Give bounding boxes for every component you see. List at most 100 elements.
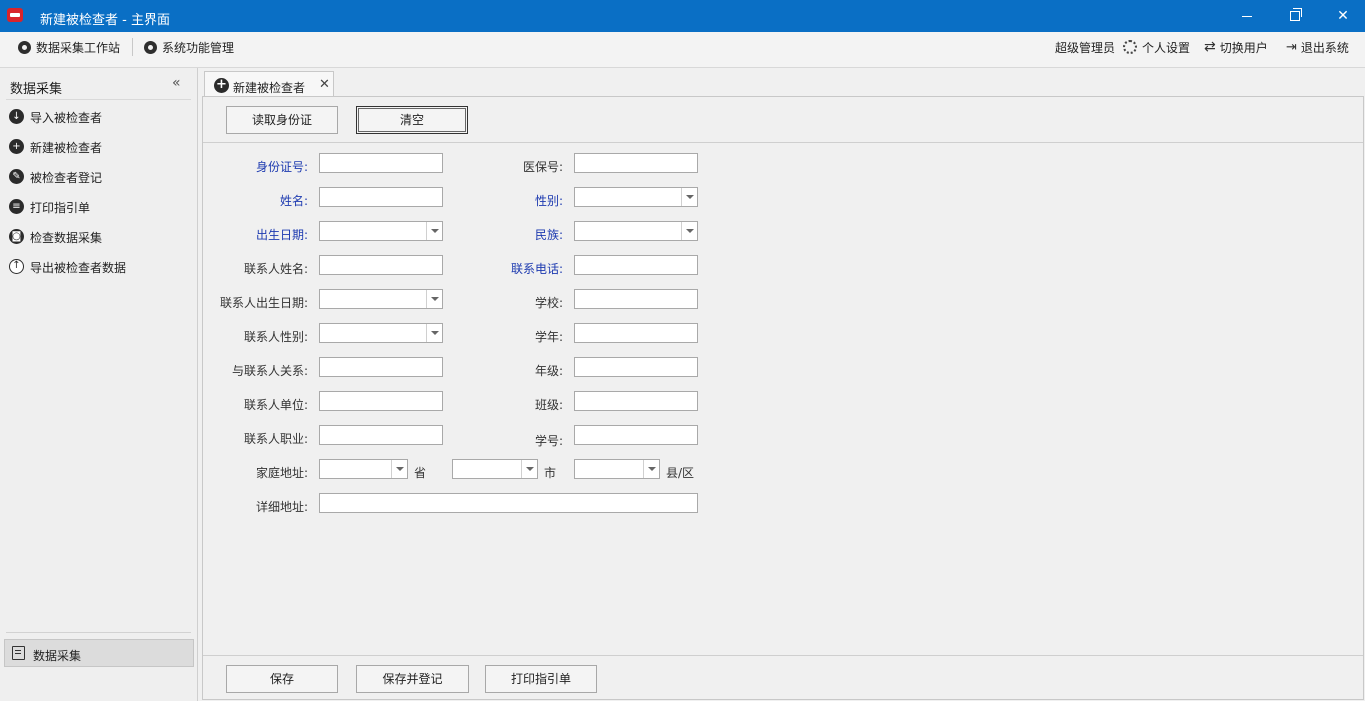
- sidebar-item-new[interactable]: + 新建被检查者: [0, 134, 197, 160]
- student-number-input[interactable]: [574, 425, 698, 445]
- close-window-button[interactable]: ✕: [1320, 0, 1365, 32]
- menu-bar: 数据采集工作站 系统功能管理 超级管理员 个人设置 ⇄ 切换用户 ⇥ 退出系统: [0, 32, 1365, 68]
- sidebar-item-label: 被检查者登记: [30, 171, 103, 185]
- restore-icon: [1290, 8, 1302, 21]
- add-icon: +: [214, 78, 229, 93]
- chevron-down-icon: [426, 324, 442, 342]
- contact-employer-input[interactable]: [319, 391, 443, 411]
- minimize-button[interactable]: [1224, 0, 1270, 32]
- id-number-input[interactable]: [319, 153, 443, 173]
- school-input[interactable]: [574, 289, 698, 309]
- sidebar-item-print[interactable]: ≡ 打印指引单: [0, 194, 197, 220]
- restore-button[interactable]: [1272, 0, 1318, 32]
- sidebar-item-label: 检查数据采集: [30, 231, 103, 245]
- contact-name-label: 联系人姓名:: [243, 262, 308, 276]
- contact-birth-date-label: 联系人出生日期:: [219, 296, 308, 310]
- tab-new-examinee[interactable]: + 新建被检查者 ✕: [204, 71, 334, 98]
- sidebar-item-import[interactable]: ↓ 导入被检查者: [0, 104, 197, 130]
- chevron-down-icon: [681, 222, 697, 240]
- menu-personal-settings-label: 个人设置: [1142, 40, 1191, 55]
- save-button[interactable]: 保存: [226, 665, 338, 693]
- print-guide-button[interactable]: 打印指引单: [485, 665, 597, 693]
- home-address-label: 家庭地址:: [255, 466, 308, 480]
- menu-switch-user-label: 切换用户: [1219, 40, 1268, 55]
- add-icon: +: [9, 139, 24, 154]
- print-icon: ≡: [9, 199, 24, 214]
- sidebar-header: 数据采集 «: [0, 68, 197, 100]
- close-tab-icon[interactable]: ✕: [319, 77, 330, 92]
- contact-phone-input[interactable]: [574, 255, 698, 275]
- sidebar: 数据采集 « ↓ 导入被检查者 + 新建被检查者 ✎ 被检查者登记 ≡ 打印指引…: [0, 68, 198, 701]
- detail-address-input[interactable]: [319, 493, 698, 513]
- sidebar-title: 数据采集: [10, 82, 63, 97]
- minimize-icon: [1242, 15, 1252, 17]
- contact-gender-select[interactable]: [319, 323, 443, 343]
- sidebar-item-register[interactable]: ✎ 被检查者登记: [0, 164, 197, 190]
- county-select[interactable]: [574, 459, 660, 479]
- menu-personal-settings[interactable]: 个人设置: [1123, 32, 1190, 62]
- relationship-label: 与联系人关系:: [231, 364, 308, 378]
- menu-divider: [132, 38, 133, 56]
- contact-birth-date-picker[interactable]: [319, 289, 443, 309]
- school-year-label: 学年:: [534, 330, 563, 344]
- insurance-number-label: 医保号:: [522, 160, 563, 174]
- city-unit: 市: [544, 466, 557, 480]
- main-content: 读取身份证 清空 身份证号: 医保号: 姓名: 性别: 出生日期: 民族: 联系…: [202, 96, 1364, 700]
- contact-phone-label: 联系电话:: [510, 262, 563, 276]
- city-select[interactable]: [452, 459, 538, 479]
- sidebar-item-export[interactable]: ↑ 导出被检查者数据: [0, 254, 197, 280]
- sidebar-item-label: 导出被检查者数据: [30, 261, 127, 275]
- chevron-down-icon: [521, 460, 537, 478]
- chevron-down-icon: [391, 460, 407, 478]
- gender-label: 性别:: [534, 194, 563, 208]
- school-year-input[interactable]: [574, 323, 698, 343]
- ethnicity-label: 民族:: [534, 228, 563, 242]
- edit-icon: ✎: [9, 169, 24, 184]
- class-label: 班级:: [534, 398, 563, 412]
- chevron-down-icon: [681, 188, 697, 206]
- name-label: 姓名:: [279, 194, 308, 208]
- contact-occupation-input[interactable]: [319, 425, 443, 445]
- chevron-down-icon: [643, 460, 659, 478]
- grade-input[interactable]: [574, 357, 698, 377]
- export-icon: ↑: [9, 259, 24, 274]
- menu-workstation-label: 数据采集工作站: [36, 40, 121, 55]
- chevron-down-icon: [426, 290, 442, 308]
- menu-system[interactable]: 系统功能管理: [144, 32, 234, 62]
- relationship-input[interactable]: [319, 357, 443, 377]
- save-and-register-button[interactable]: 保存并登记: [356, 665, 469, 693]
- window-title: 新建被检查者 - 主界面: [40, 13, 170, 28]
- county-unit: 县/区: [666, 466, 695, 480]
- title-bar: 新建被检查者 - 主界面 ✕: [0, 0, 1365, 32]
- contact-gender-label: 联系人性别:: [243, 330, 308, 344]
- contact-employer-label: 联系人单位:: [243, 398, 308, 412]
- sidebar-item-collect[interactable]: ◙ 检查数据采集: [0, 224, 197, 250]
- sidebar-item-label: 导入被检查者: [30, 111, 103, 125]
- read-id-card-button[interactable]: 读取身份证: [226, 106, 338, 134]
- menu-logout[interactable]: ⇥ 退出系统: [1286, 32, 1349, 62]
- gender-select[interactable]: [574, 187, 698, 207]
- collapse-icon[interactable]: «: [172, 75, 181, 91]
- class-input[interactable]: [574, 391, 698, 411]
- sidebar-group-data-collection[interactable]: 数据采集: [4, 639, 194, 667]
- name-input[interactable]: [319, 187, 443, 207]
- app-logo-icon: [7, 8, 23, 22]
- ethnicity-select[interactable]: [574, 221, 698, 241]
- sidebar-item-label: 打印指引单: [30, 201, 91, 215]
- birth-date-picker[interactable]: [319, 221, 443, 241]
- clear-button[interactable]: 清空: [356, 106, 468, 134]
- menu-workstation[interactable]: 数据采集工作站: [18, 32, 120, 62]
- student-number-label: 学号:: [534, 434, 563, 448]
- contact-occupation-label: 联系人职业:: [243, 432, 308, 446]
- detail-address-label: 详细地址:: [255, 500, 308, 514]
- current-user-label: 超级管理员: [1055, 40, 1116, 55]
- gear-icon: [1123, 40, 1137, 54]
- action-bar: 保存 保存并登记 打印指引单: [203, 655, 1363, 700]
- workstation-icon: [18, 40, 31, 54]
- logout-icon: ⇥: [1286, 39, 1297, 55]
- menu-switch-user[interactable]: ⇄ 切换用户: [1204, 32, 1268, 62]
- province-select[interactable]: [319, 459, 408, 479]
- insurance-number-input[interactable]: [574, 153, 698, 173]
- sidebar-group-label: 数据采集: [33, 649, 82, 663]
- contact-name-input[interactable]: [319, 255, 443, 275]
